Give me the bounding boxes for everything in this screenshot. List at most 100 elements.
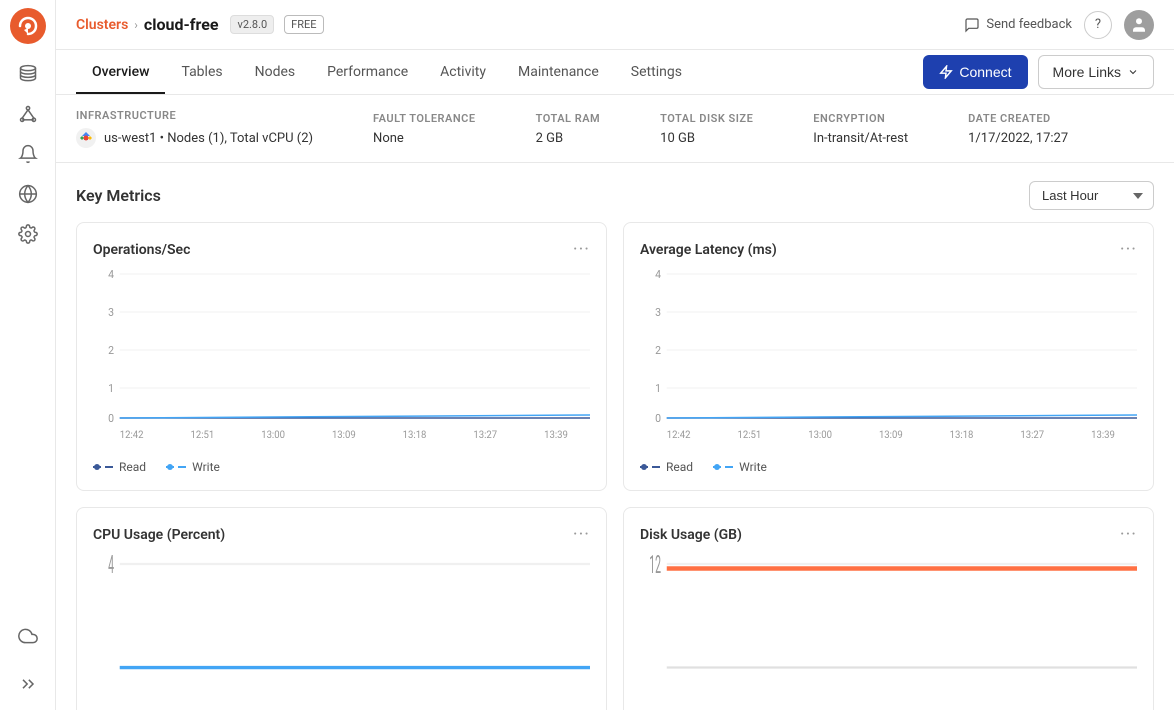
svg-text:13:18: 13:18	[950, 430, 974, 441]
gcp-icon	[76, 128, 96, 148]
legend-read-ops: Read	[93, 460, 146, 474]
legend-read-icon	[93, 463, 113, 471]
legend-write-latency-label: Write	[739, 460, 767, 474]
user-avatar[interactable]	[1124, 10, 1154, 40]
total-disk-item: TOTAL DISK SIZE 10 GB	[660, 112, 753, 146]
more-links-button[interactable]: More Links	[1038, 55, 1154, 89]
sidebar-item-cloud[interactable]	[10, 618, 46, 654]
infra-region: INFRASTRUCTURE us-west1 • Nodes (1), Tot…	[76, 109, 313, 148]
encryption-item: ENCRYPTION In-transit/At-rest	[813, 112, 908, 146]
chart-header-cpu: CPU Usage (Percent) ···	[93, 524, 590, 545]
metrics-header: Key Metrics Last Hour Last 6 Hours Last …	[56, 163, 1174, 222]
fault-tolerance-value: None	[373, 131, 476, 146]
sidebar	[0, 0, 56, 710]
tab-nodes[interactable]: Nodes	[239, 50, 312, 94]
svg-text:3: 3	[655, 306, 661, 319]
svg-text:13:00: 13:00	[808, 430, 832, 441]
disk-chart-svg: 12	[640, 555, 1137, 710]
feedback-button[interactable]: Send feedback	[964, 17, 1072, 33]
tab-activity[interactable]: Activity	[424, 50, 502, 94]
chart-header-ops: Operations/Sec ···	[93, 239, 590, 260]
chart-title-disk: Disk Usage (GB)	[640, 527, 742, 543]
legend-read-latency-label: Read	[666, 460, 693, 474]
ops-per-sec-chart: Operations/Sec ··· 4 3 2 1 0	[76, 222, 607, 491]
tab-maintenance[interactable]: Maintenance	[502, 50, 615, 94]
svg-text:4: 4	[108, 270, 114, 281]
svg-text:4: 4	[108, 555, 114, 580]
chart-header-latency: Average Latency (ms) ···	[640, 239, 1137, 260]
latency-chart-legend: Read Write	[640, 460, 1137, 474]
tab-performance[interactable]: Performance	[311, 50, 424, 94]
svg-text:13:09: 13:09	[879, 430, 903, 441]
chart-body-cpu: 4	[93, 555, 590, 710]
feedback-icon	[964, 17, 980, 33]
tier-badge: FREE	[284, 15, 323, 34]
date-created-value: 1/17/2022, 17:27	[968, 131, 1068, 146]
total-ram-value: 2 GB	[536, 131, 601, 146]
connect-button[interactable]: Connect	[923, 55, 1027, 89]
chart-menu-ops[interactable]: ···	[573, 239, 590, 260]
date-created-label: DATE CREATED	[968, 112, 1068, 125]
latency-chart-svg: 4 3 2 1 0	[640, 270, 1137, 450]
svg-text:3: 3	[108, 306, 114, 319]
svg-text:1: 1	[655, 382, 661, 395]
svg-text:2: 2	[108, 344, 114, 357]
chart-menu-disk[interactable]: ···	[1120, 524, 1137, 545]
sidebar-item-database[interactable]	[10, 56, 46, 92]
infrastructure-bar: INFRASTRUCTURE us-west1 • Nodes (1), Tot…	[56, 95, 1174, 163]
cpu-usage-chart: CPU Usage (Percent) ··· 4	[76, 507, 607, 710]
svg-text:13:39: 13:39	[544, 430, 568, 441]
legend-write-label: Write	[192, 460, 220, 474]
total-disk-label: TOTAL DISK SIZE	[660, 112, 753, 125]
chart-menu-cpu[interactable]: ···	[573, 524, 590, 545]
help-button[interactable]: ?	[1084, 11, 1112, 39]
infra-region-text: us-west1 • Nodes (1), Total vCPU (2)	[104, 131, 313, 146]
avg-latency-chart: Average Latency (ms) ··· 4 3 2 1 0	[623, 222, 1154, 491]
date-created-item: DATE CREATED 1/17/2022, 17:27	[968, 112, 1068, 146]
svg-text:4: 4	[655, 270, 661, 281]
tab-actions: Connect More Links	[923, 55, 1154, 89]
chart-title-cpu: CPU Usage (Percent)	[93, 527, 225, 543]
sidebar-expand-button[interactable]	[10, 666, 46, 702]
legend-write-icon	[166, 463, 186, 471]
svg-text:13:39: 13:39	[1091, 430, 1115, 441]
chart-body-disk: 12	[640, 555, 1137, 710]
svg-text:12:42: 12:42	[120, 430, 144, 441]
legend-read-label: Read	[119, 460, 146, 474]
svg-text:13:27: 13:27	[473, 430, 497, 441]
main-content: Clusters › cloud-free v2.8.0 FREE Send f…	[56, 0, 1174, 710]
connect-icon	[939, 65, 953, 79]
sidebar-item-globe[interactable]	[10, 176, 46, 212]
breadcrumb: Clusters › cloud-free v2.8.0 FREE	[76, 15, 324, 34]
svg-text:13:09: 13:09	[332, 430, 356, 441]
fault-tolerance-item: FAULT TOLERANCE None	[373, 112, 476, 146]
encryption-value: In-transit/At-rest	[813, 131, 908, 146]
svg-text:2: 2	[655, 344, 661, 357]
ops-chart-svg: 4 3 2 1 0	[93, 270, 590, 450]
fault-tolerance-label: FAULT TOLERANCE	[373, 112, 476, 125]
tab-overview[interactable]: Overview	[76, 50, 165, 94]
svg-text:1: 1	[108, 382, 114, 395]
header-actions: Send feedback ?	[964, 10, 1154, 40]
content-area: INFRASTRUCTURE us-west1 • Nodes (1), Tot…	[56, 95, 1174, 710]
chart-menu-latency[interactable]: ···	[1120, 239, 1137, 260]
sidebar-item-network[interactable]	[10, 96, 46, 132]
infra-value: us-west1 • Nodes (1), Total vCPU (2)	[76, 128, 313, 148]
legend-write-latency-icon	[713, 463, 733, 471]
legend-read-latency: Read	[640, 460, 693, 474]
breadcrumb-clusters-link[interactable]: Clusters	[76, 17, 128, 33]
chevron-down-icon	[1127, 66, 1139, 78]
version-badge: v2.8.0	[230, 15, 274, 34]
tab-tables[interactable]: Tables	[165, 50, 238, 94]
legend-read-latency-icon	[640, 463, 660, 471]
chart-header-disk: Disk Usage (GB) ···	[640, 524, 1137, 545]
time-select[interactable]: Last Hour Last 6 Hours Last 24 Hours Las…	[1029, 181, 1154, 210]
app-logo[interactable]	[10, 8, 46, 44]
breadcrumb-separator: ›	[134, 18, 138, 32]
total-disk-value: 10 GB	[660, 131, 753, 146]
svg-text:12:51: 12:51	[737, 430, 761, 441]
svg-text:12:51: 12:51	[190, 430, 214, 441]
sidebar-item-settings[interactable]	[10, 216, 46, 252]
sidebar-item-alerts[interactable]	[10, 136, 46, 172]
tab-settings[interactable]: Settings	[615, 50, 698, 94]
